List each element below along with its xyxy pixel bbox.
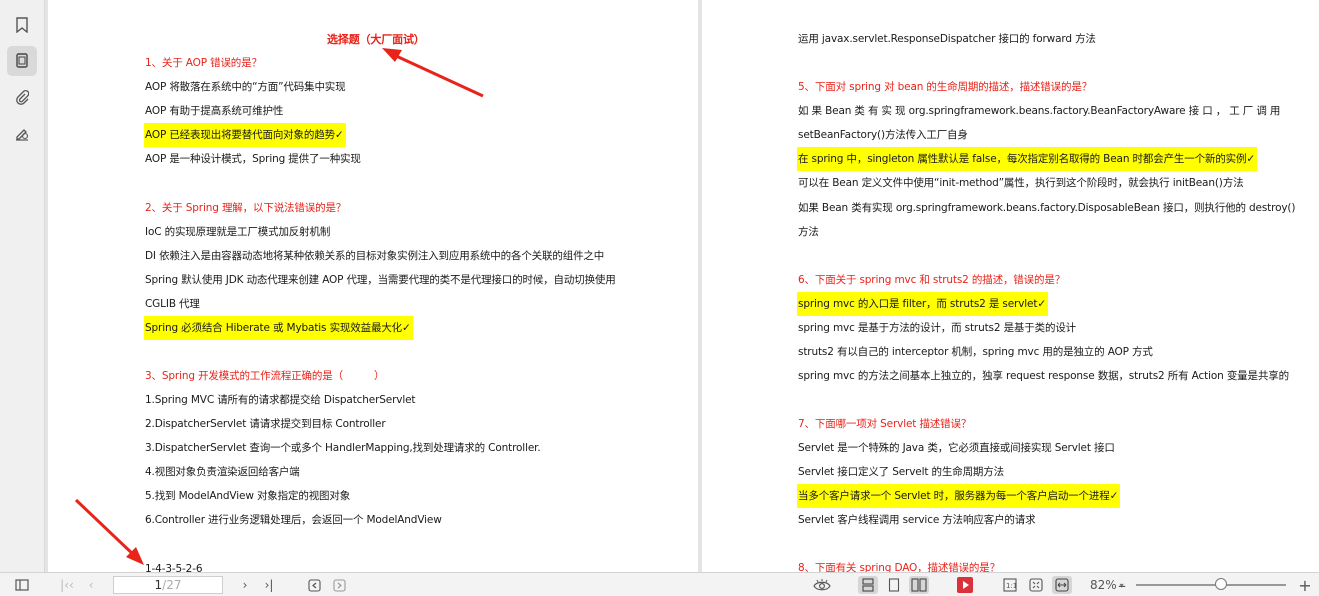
current-page: 1	[154, 578, 163, 592]
option-text: 如 果 Bean 类 有 实 现 org.springframework.bea…	[798, 105, 1281, 117]
option-text: Servlet 是一个特殊的 Java 类，它必须直接或间接实现 Servlet…	[798, 442, 1115, 454]
single-page-icon[interactable]	[884, 576, 904, 594]
total-pages: /27	[162, 578, 182, 592]
actual-size-icon[interactable]: 1:1	[1000, 576, 1020, 594]
highlighted-answer: 当多个客户请求一个 Servlet 时，服务器为每一个客户启动一个进程✓	[797, 484, 1121, 508]
question-8: 8、下面有关 spring DAO，描述错误的是？	[798, 562, 1000, 572]
option-text: spring mvc 的方法之间基本上独立的，独享 request respon…	[798, 370, 1289, 382]
first-page-icon[interactable]: |‹‹	[57, 576, 77, 594]
bookmark-icon[interactable]	[7, 10, 37, 40]
svg-text:1:1: 1:1	[1006, 582, 1017, 590]
question-7: 7、下面哪一项对 Servlet 描述错误？	[798, 418, 972, 430]
continuous-page-icon[interactable]	[858, 576, 878, 594]
option-text: 如果 Bean 类有实现 org.springframework.beans.f…	[798, 202, 1296, 214]
bottom-toolbar: |‹‹ ‹ 1/27 › ›| 1:1 82% ▾ – +	[0, 572, 1319, 596]
option-text: Servlet 客户线程调用 service 方法响应客户的请求	[798, 514, 1036, 526]
option-text: Servlet 接口定义了 Servelt 的生命周期方法	[798, 466, 1004, 478]
arrow-to-answer	[74, 498, 144, 565]
fit-width-icon[interactable]	[1052, 576, 1072, 594]
highlighted-answer: 在 spring 中，singleton 属性默认是 false，每次指定别名取…	[797, 147, 1258, 171]
document-viewport[interactable]: 选择题（大厂面试） 1、关于 AOP 错误的是？ AOP 将散落在系统中的“方面…	[46, 0, 1319, 572]
thumbnails-icon[interactable]	[7, 46, 37, 76]
play-slideshow-icon[interactable]	[955, 576, 975, 594]
back-icon[interactable]	[304, 576, 324, 594]
body-text: 运用 javax.servlet.ResponseDispatcher 接口的 …	[798, 33, 1096, 45]
previous-page-icon[interactable]: ‹	[81, 576, 101, 594]
zoom-slider-track[interactable]	[1136, 584, 1286, 586]
next-page-icon[interactable]: ›	[235, 576, 255, 594]
eye-protection-icon[interactable]	[812, 576, 832, 594]
left-sidebar	[0, 0, 45, 572]
highlighted-answer: spring mvc 的入口是 filter，而 struts2 是 servl…	[797, 292, 1048, 316]
question-6: 6、下面关于 spring mvc 和 struts2 的描述，错误的是？	[798, 274, 1066, 286]
sidebar-toggle-icon[interactable]	[12, 576, 32, 594]
zoom-slider-handle[interactable]	[1215, 578, 1227, 590]
zoom-in-icon[interactable]: +	[1298, 576, 1312, 595]
option-text: spring mvc 是基于方法的设计，而 struts2 是基于类的设计	[798, 322, 1077, 334]
signature-icon[interactable]	[7, 118, 37, 148]
page-number-input[interactable]: 1/27	[113, 576, 223, 594]
annotation-arrows	[74, 48, 484, 565]
fit-page-icon[interactable]	[1026, 576, 1046, 594]
pdf-reader-window: 选择题（大厂面试） 1、关于 AOP 错误的是？ AOP 将散落在系统中的“方面…	[0, 0, 1319, 596]
last-page-icon[interactable]: ›|	[259, 576, 279, 594]
double-page-icon[interactable]	[909, 576, 929, 594]
zoom-out-icon[interactable]: –	[1116, 576, 1128, 595]
option-text: 方法	[798, 226, 819, 238]
arrow-to-title	[382, 48, 484, 98]
option-text: setBeanFactory()方法传入工厂自身	[798, 129, 968, 141]
question-5: 5、下面对 spring 对 bean 的生命周期的描述，描述错误的是？	[798, 81, 1093, 93]
document-page-2: 运用 javax.servlet.ResponseDispatcher 接口的 …	[702, 0, 1319, 572]
zoom-level: 82%	[1090, 578, 1117, 592]
option-text: 可以在 Bean 定义文件中使用“init-method”属性，执行到这个阶段时…	[798, 177, 1244, 189]
option-text: struts2 有以自己的 interceptor 机制，spring mvc …	[798, 346, 1153, 358]
attachment-icon[interactable]	[7, 82, 37, 112]
document-page-1: 选择题（大厂面试） 1、关于 AOP 错误的是？ AOP 将散落在系统中的“方面…	[48, 0, 698, 572]
forward-icon[interactable]	[329, 576, 349, 594]
